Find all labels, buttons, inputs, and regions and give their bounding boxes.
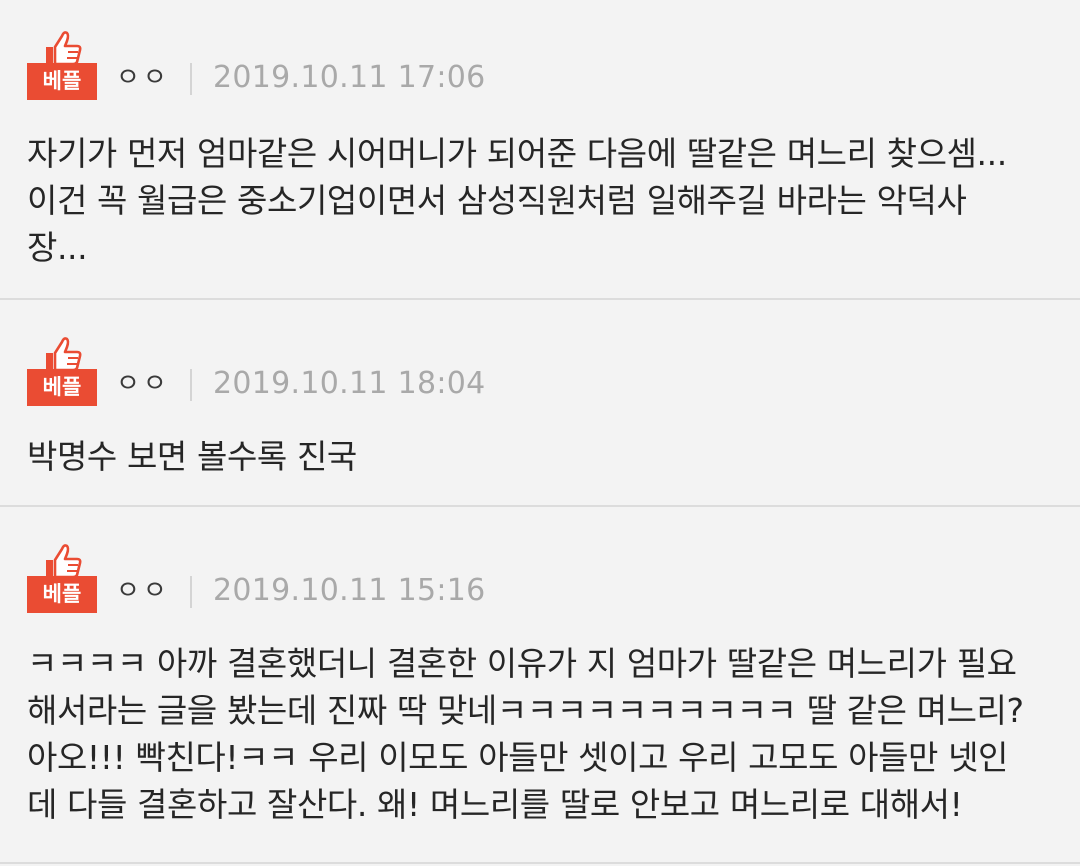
comment-divider [0, 298, 1080, 300]
comment-body: 자기가 먼저 엄마같은 시어머니가 되어준 다음에 딸같은 며느리 찾으셈...… [27, 130, 1057, 271]
comment-date: 2019.10.11 18:04 [213, 366, 486, 401]
author-name[interactable]: ㅇㅇ [116, 573, 170, 609]
meta-separator [190, 369, 192, 401]
comment-line: 아오!!! 빡친다!ㅋㅋ 우리 이모도 아들만 셋이고 우리 고모도 아들만 넷… [27, 738, 1009, 777]
comment-line: 박명수 보면 볼수록 진국 [27, 437, 357, 476]
comment-line: 자기가 먼저 엄마같은 시어머니가 되어준 다음에 딸같은 며느리 찾으셈... [27, 134, 1007, 173]
thumbs-up-icon [46, 337, 82, 372]
author-name[interactable]: ㅇㅇ [116, 60, 170, 96]
best-label: 베플 [27, 63, 97, 100]
best-comment-badge: 베플 [27, 336, 97, 406]
comment-body: 박명수 보면 볼수록 진국 [27, 433, 1057, 480]
best-label: 베플 [27, 369, 97, 406]
comment-list: 베플 ㅇㅇ 2019.10.11 17:06 자기가 먼저 엄마같은 시어머니가… [0, 0, 1080, 866]
comment-divider [0, 505, 1080, 507]
best-comment-badge: 베플 [27, 543, 97, 613]
comment-date: 2019.10.11 17:06 [213, 60, 486, 95]
comment-line: ㅋㅋㅋㅋ 아까 결혼했더니 결혼한 이유가 지 엄마가 딸같은 며느리가 필요 [27, 644, 1017, 683]
comment-line: 장... [27, 228, 88, 267]
comment-line: 이건 꼭 월급은 중소기업이면서 삼성직원처럼 일해주길 바라는 악덕사 [27, 181, 967, 220]
best-label: 베플 [27, 576, 97, 613]
author-name[interactable]: ㅇㅇ [116, 366, 170, 402]
comment-line: 해서라는 글을 봤는데 진짜 딱 맞네ㅋㅋㅋㅋㅋㅋㅋㅋㅋㅋ 딸 같은 며느리? [27, 691, 1024, 730]
best-comment-badge: 베플 [27, 30, 97, 100]
meta-separator [190, 63, 192, 95]
comment-body: ㅋㅋㅋㅋ 아까 결혼했더니 결혼한 이유가 지 엄마가 딸같은 며느리가 필요 … [27, 640, 1057, 828]
comment-header: 베플 ㅇㅇ 2019.10.11 17:06 [27, 30, 1027, 100]
comment-header: 베플 ㅇㅇ 2019.10.11 18:04 [27, 336, 1027, 406]
comment-divider [0, 862, 1080, 864]
comment-date: 2019.10.11 15:16 [213, 573, 486, 608]
comment-line: 데 다들 결혼하고 잘산다. 왜! 며느리를 딸로 안보고 며느리로 대해서! [27, 785, 963, 824]
thumbs-up-icon [46, 544, 82, 579]
comment-header: 베플 ㅇㅇ 2019.10.11 15:16 [27, 543, 1027, 613]
thumbs-up-icon [46, 31, 82, 66]
meta-separator [190, 576, 192, 608]
